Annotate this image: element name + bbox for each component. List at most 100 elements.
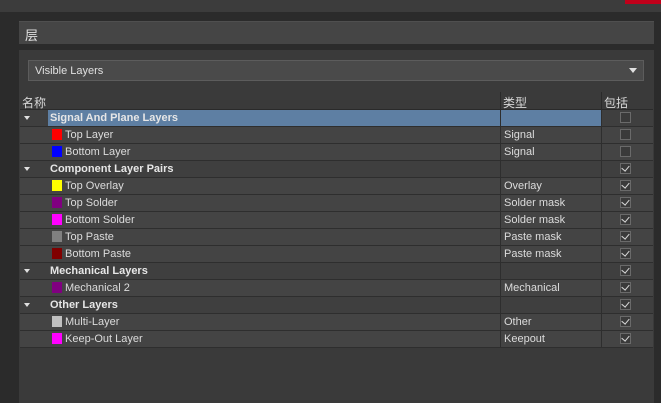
name-cell[interactable]: Bottom Paste [48, 246, 500, 262]
type-cell: Other [501, 314, 601, 330]
layer-color-swatch[interactable] [52, 333, 62, 344]
layer-row[interactable]: Keep-Out Layer Keepout [20, 331, 653, 348]
type-cell: Signal [501, 144, 601, 160]
layer-row[interactable]: Top Overlay Overlay [20, 178, 653, 195]
include-checkbox[interactable] [620, 180, 631, 191]
type-cell [501, 110, 601, 126]
include-checkbox[interactable] [620, 163, 631, 174]
expand-triangle-icon[interactable] [24, 116, 30, 120]
include-checkbox[interactable] [620, 316, 631, 327]
type-cell: Paste mask [501, 246, 601, 262]
expand-triangle-icon[interactable] [24, 269, 30, 273]
layer-name: Keep-Out Layer [65, 333, 143, 345]
column-header-name[interactable]: 名称 [22, 94, 46, 111]
include-cell [602, 297, 653, 313]
layer-type: Overlay [504, 180, 542, 192]
layer-name: Top Layer [65, 129, 114, 141]
layer-set-dropdown[interactable]: Visible Layers [28, 60, 644, 81]
name-cell[interactable]: Top Layer [48, 127, 500, 143]
name-cell[interactable]: Mechanical Layers [48, 263, 500, 279]
type-cell: Solder mask [501, 195, 601, 211]
layers-panel: Visible Layers 名称 类型 包括 Signal And Plane… [19, 50, 654, 403]
column-header-type[interactable]: 类型 [503, 94, 527, 111]
chevron-down-icon [629, 68, 637, 73]
include-cell [602, 314, 653, 330]
type-cell: Solder mask [501, 212, 601, 228]
title-bar [0, 0, 661, 12]
include-checkbox[interactable] [620, 333, 631, 344]
layer-group-row[interactable]: Component Layer Pairs [20, 161, 653, 178]
close-button[interactable] [625, 0, 661, 4]
layer-name: Multi-Layer [65, 316, 120, 328]
include-checkbox[interactable] [620, 299, 631, 310]
include-cell [602, 110, 653, 126]
column-divider[interactable] [601, 92, 602, 109]
layer-row[interactable]: Top Paste Paste mask [20, 229, 653, 246]
grid-header: 名称 类型 包括 [20, 92, 653, 110]
layer-name: Bottom Layer [65, 146, 131, 158]
layer-row[interactable]: Top Solder Solder mask [20, 195, 653, 212]
layer-group-row[interactable]: Mechanical Layers [20, 263, 653, 280]
include-checkbox[interactable] [620, 129, 631, 140]
include-checkbox[interactable] [620, 231, 631, 242]
name-cell[interactable]: Bottom Layer [48, 144, 500, 160]
layer-type: Solder mask [504, 197, 566, 209]
name-cell[interactable]: Signal And Plane Layers [48, 110, 500, 126]
layer-name: Mechanical 2 [65, 282, 130, 294]
layer-color-swatch[interactable] [52, 214, 62, 225]
layer-row[interactable]: Bottom Layer Signal [20, 144, 653, 161]
layer-color-swatch[interactable] [52, 129, 62, 140]
layer-color-swatch[interactable] [52, 248, 62, 259]
layer-type: Solder mask [504, 214, 566, 226]
name-cell[interactable]: Top Solder [48, 195, 500, 211]
column-header-include[interactable]: 包括 [604, 94, 628, 111]
layer-name: Component Layer Pairs [50, 163, 174, 175]
layers-section-header[interactable]: 层 [19, 21, 654, 44]
layer-color-swatch[interactable] [52, 146, 62, 157]
name-cell[interactable]: Top Overlay [48, 178, 500, 194]
layer-color-swatch[interactable] [52, 231, 62, 242]
include-cell [602, 246, 653, 262]
include-cell [602, 212, 653, 228]
type-cell: Keepout [501, 331, 601, 347]
type-cell: Mechanical [501, 280, 601, 296]
layers-grid: 名称 类型 包括 Signal And Plane Layers Top Laye… [20, 92, 653, 348]
column-divider[interactable] [500, 92, 501, 109]
include-checkbox[interactable] [620, 112, 631, 123]
name-cell[interactable]: Other Layers [48, 297, 500, 313]
layer-row[interactable]: Multi-Layer Other [20, 314, 653, 331]
layer-color-swatch[interactable] [52, 180, 62, 191]
layer-color-swatch[interactable] [52, 197, 62, 208]
layer-type: Signal [504, 146, 535, 158]
grid-body: Signal And Plane Layers Top Layer Signal Bo… [20, 110, 653, 348]
include-checkbox[interactable] [620, 214, 631, 225]
include-checkbox[interactable] [620, 265, 631, 276]
expand-triangle-icon[interactable] [24, 167, 30, 171]
layer-color-swatch[interactable] [52, 282, 62, 293]
name-cell[interactable]: Multi-Layer [48, 314, 500, 330]
layer-color-swatch[interactable] [52, 316, 62, 327]
layer-row[interactable]: Top Layer Signal [20, 127, 653, 144]
name-cell[interactable]: Mechanical 2 [48, 280, 500, 296]
name-cell[interactable]: Component Layer Pairs [48, 161, 500, 177]
include-checkbox[interactable] [620, 146, 631, 157]
name-cell[interactable]: Keep-Out Layer [48, 331, 500, 347]
include-cell [602, 263, 653, 279]
layer-name: Other Layers [50, 299, 118, 311]
layer-row[interactable]: Mechanical 2 Mechanical [20, 280, 653, 297]
include-checkbox[interactable] [620, 248, 631, 259]
layer-name: Signal And Plane Layers [50, 112, 178, 124]
include-cell [602, 195, 653, 211]
type-cell [501, 161, 601, 177]
layer-row[interactable]: Bottom Solder Solder mask [20, 212, 653, 229]
layer-row[interactable]: Bottom Paste Paste mask [20, 246, 653, 263]
layer-group-row[interactable]: Signal And Plane Layers [20, 110, 653, 127]
include-checkbox[interactable] [620, 282, 631, 293]
name-cell[interactable]: Top Paste [48, 229, 500, 245]
layer-name: Top Overlay [65, 180, 124, 192]
include-cell [602, 144, 653, 160]
expand-triangle-icon[interactable] [24, 303, 30, 307]
include-checkbox[interactable] [620, 197, 631, 208]
name-cell[interactable]: Bottom Solder [48, 212, 500, 228]
layer-group-row[interactable]: Other Layers [20, 297, 653, 314]
